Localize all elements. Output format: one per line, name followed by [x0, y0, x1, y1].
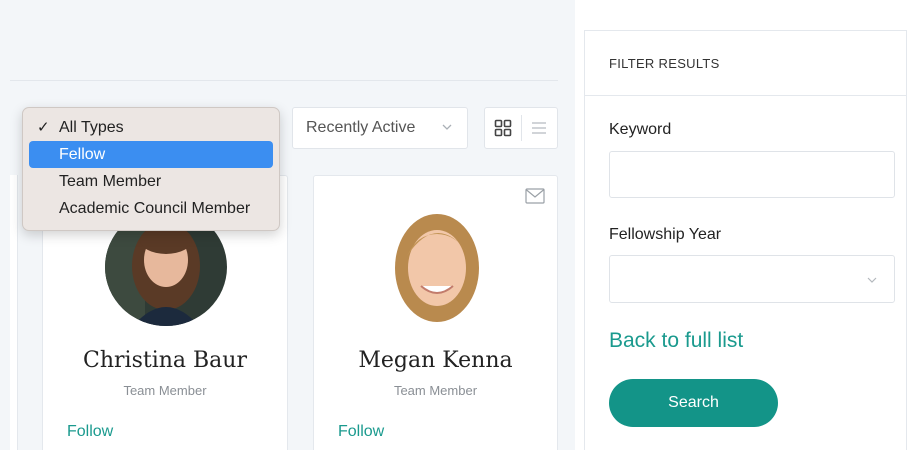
dropdown-option-team-member[interactable]: Team Member — [29, 168, 273, 195]
partial-member-card — [10, 175, 18, 450]
dropdown-option-fellow[interactable]: Fellow — [29, 141, 273, 168]
member-name[interactable]: Christina Baur — [43, 348, 287, 373]
member-role: Team Member — [123, 383, 207, 398]
dropdown-option-label: All Types — [59, 119, 124, 136]
mail-icon[interactable] — [525, 188, 545, 204]
keyword-label: Keyword — [609, 121, 672, 138]
grid-icon — [494, 119, 512, 137]
back-to-full-list-link[interactable]: Back to full list — [609, 329, 743, 353]
member-type-dropdown-menu: ✓ All Types Fellow Team Member Academic … — [22, 107, 280, 231]
header-divider — [10, 80, 558, 81]
filter-title: FILTER RESULTS — [609, 56, 720, 71]
follow-link[interactable]: Follow — [67, 423, 113, 441]
list-icon — [532, 122, 547, 134]
dropdown-option-academic-council-member[interactable]: Academic Council Member — [29, 195, 273, 222]
member-card: Megan Kenna Team Member Follow — [313, 175, 558, 450]
dropdown-option-label: Academic Council Member — [59, 200, 251, 217]
view-toggle — [484, 107, 558, 149]
sort-select-value: Recently Active — [306, 119, 416, 136]
keyword-input[interactable] — [609, 151, 895, 198]
filter-panel: FILTER RESULTS Keyword Fellowship Year B… — [584, 30, 907, 450]
chevron-down-icon — [867, 277, 877, 283]
filter-divider — [585, 95, 906, 96]
member-name[interactable]: Megan Kenna — [314, 348, 557, 373]
chevron-down-icon — [442, 124, 452, 130]
grid-view-button[interactable] — [485, 108, 521, 148]
follow-link[interactable]: Follow — [338, 423, 384, 441]
dropdown-option-label: Team Member — [59, 173, 162, 190]
list-view-button[interactable] — [521, 108, 557, 148]
fellowship-year-select[interactable] — [609, 255, 895, 303]
dropdown-option-all-types[interactable]: ✓ All Types — [29, 114, 273, 141]
sort-select[interactable]: Recently Active — [292, 107, 468, 149]
member-photo — [377, 206, 497, 326]
search-button[interactable]: Search — [609, 379, 778, 427]
avatar[interactable] — [377, 206, 497, 326]
fellowship-year-label: Fellowship Year — [609, 226, 722, 243]
member-role: Team Member — [393, 383, 478, 398]
checkmark-icon: ✓ — [37, 119, 50, 136]
dropdown-option-label: Fellow — [59, 146, 106, 163]
